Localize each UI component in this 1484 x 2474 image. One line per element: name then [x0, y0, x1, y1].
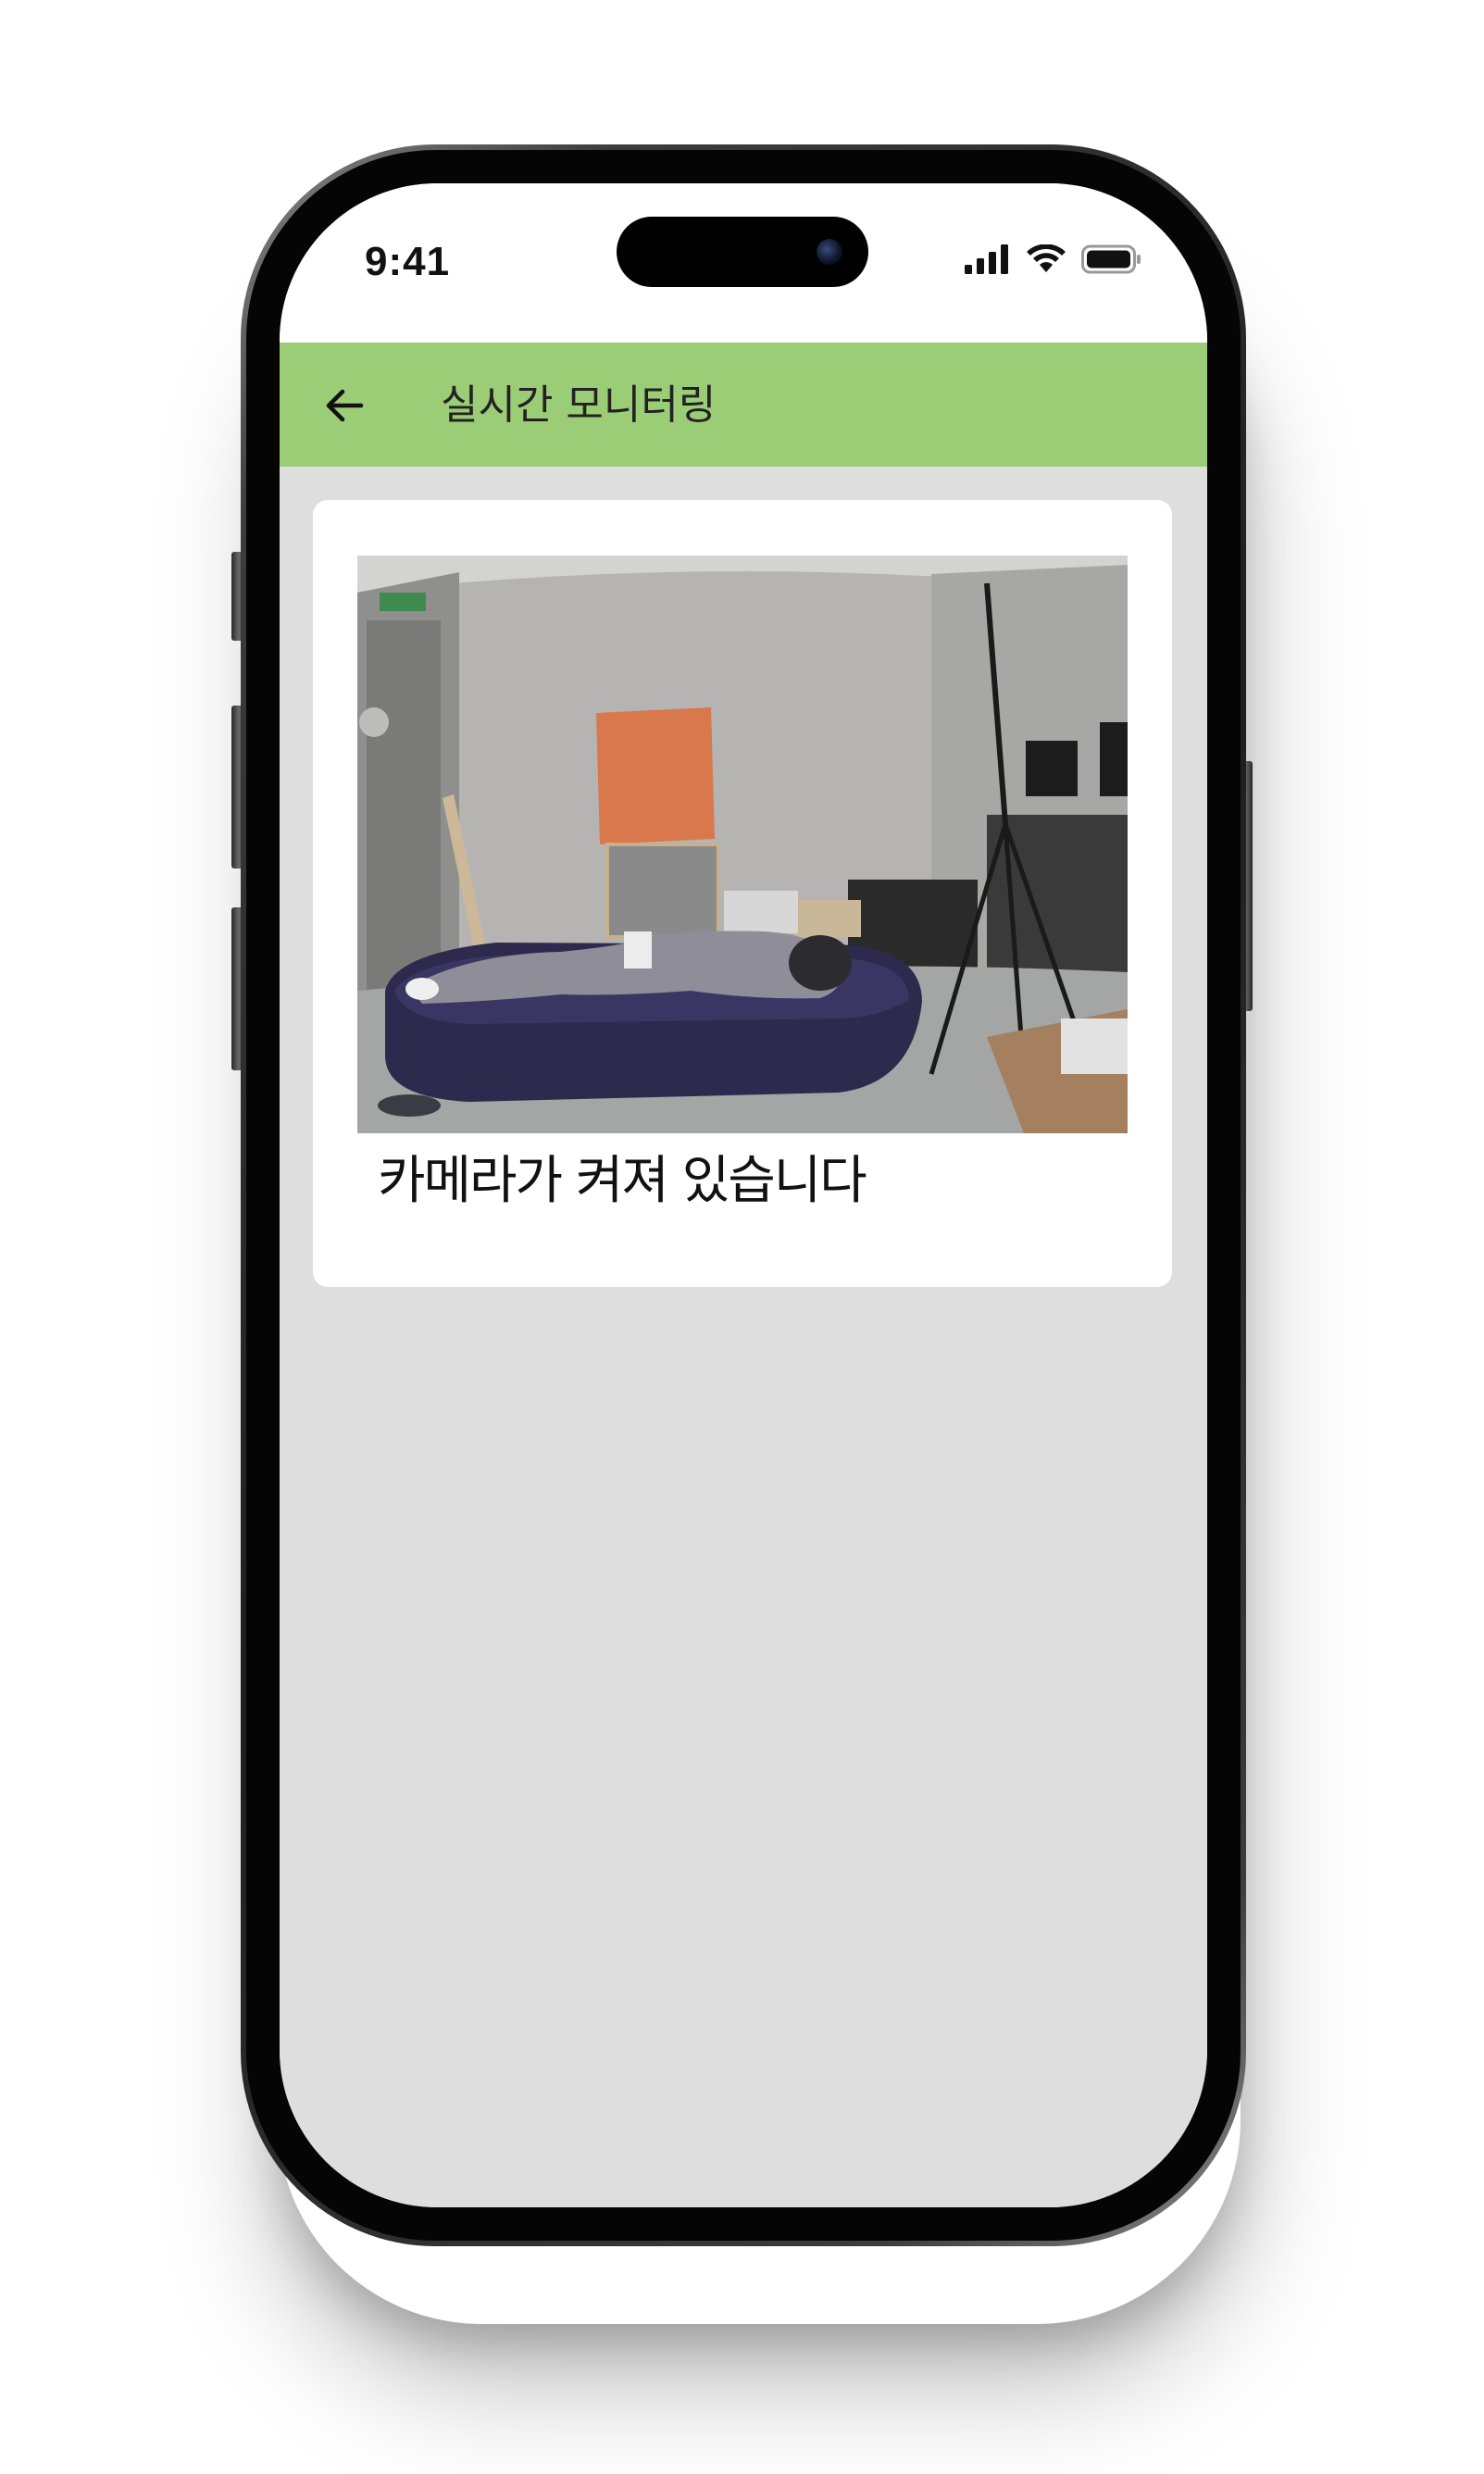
cellular-signal-icon — [965, 244, 1008, 274]
arrow-left-icon — [326, 389, 364, 422]
camera-status-text: 카메라가 켜져 있습니다 — [378, 1151, 867, 1211]
live-camera-feed[interactable] — [357, 556, 1128, 1133]
wifi-icon — [1027, 244, 1066, 272]
battery-icon — [1081, 244, 1141, 274]
front-camera-icon — [817, 239, 842, 265]
status-time: 9:41 — [365, 239, 451, 284]
status-bar: 9:41 — [280, 183, 1207, 343]
back-button[interactable] — [317, 378, 372, 433]
app-header: 실시간 모니터링 — [280, 343, 1207, 467]
phone-screen: 9:41 실시간 모니터링 카메라가 켜져 있습니다 — [280, 183, 1207, 2207]
page-title: 실시간 모니터링 — [441, 381, 717, 429]
camera-card: 카메라가 켜져 있습니다 — [313, 500, 1172, 1287]
dynamic-island — [617, 217, 868, 287]
status-icons — [965, 241, 1142, 278]
mockup-stage: 9:41 실시간 모니터링 카메라가 켜져 있습니다 — [0, 0, 1484, 2474]
main-content: 카메라가 켜져 있습니다 — [280, 467, 1207, 2207]
camera-feed-image — [357, 556, 1128, 1133]
